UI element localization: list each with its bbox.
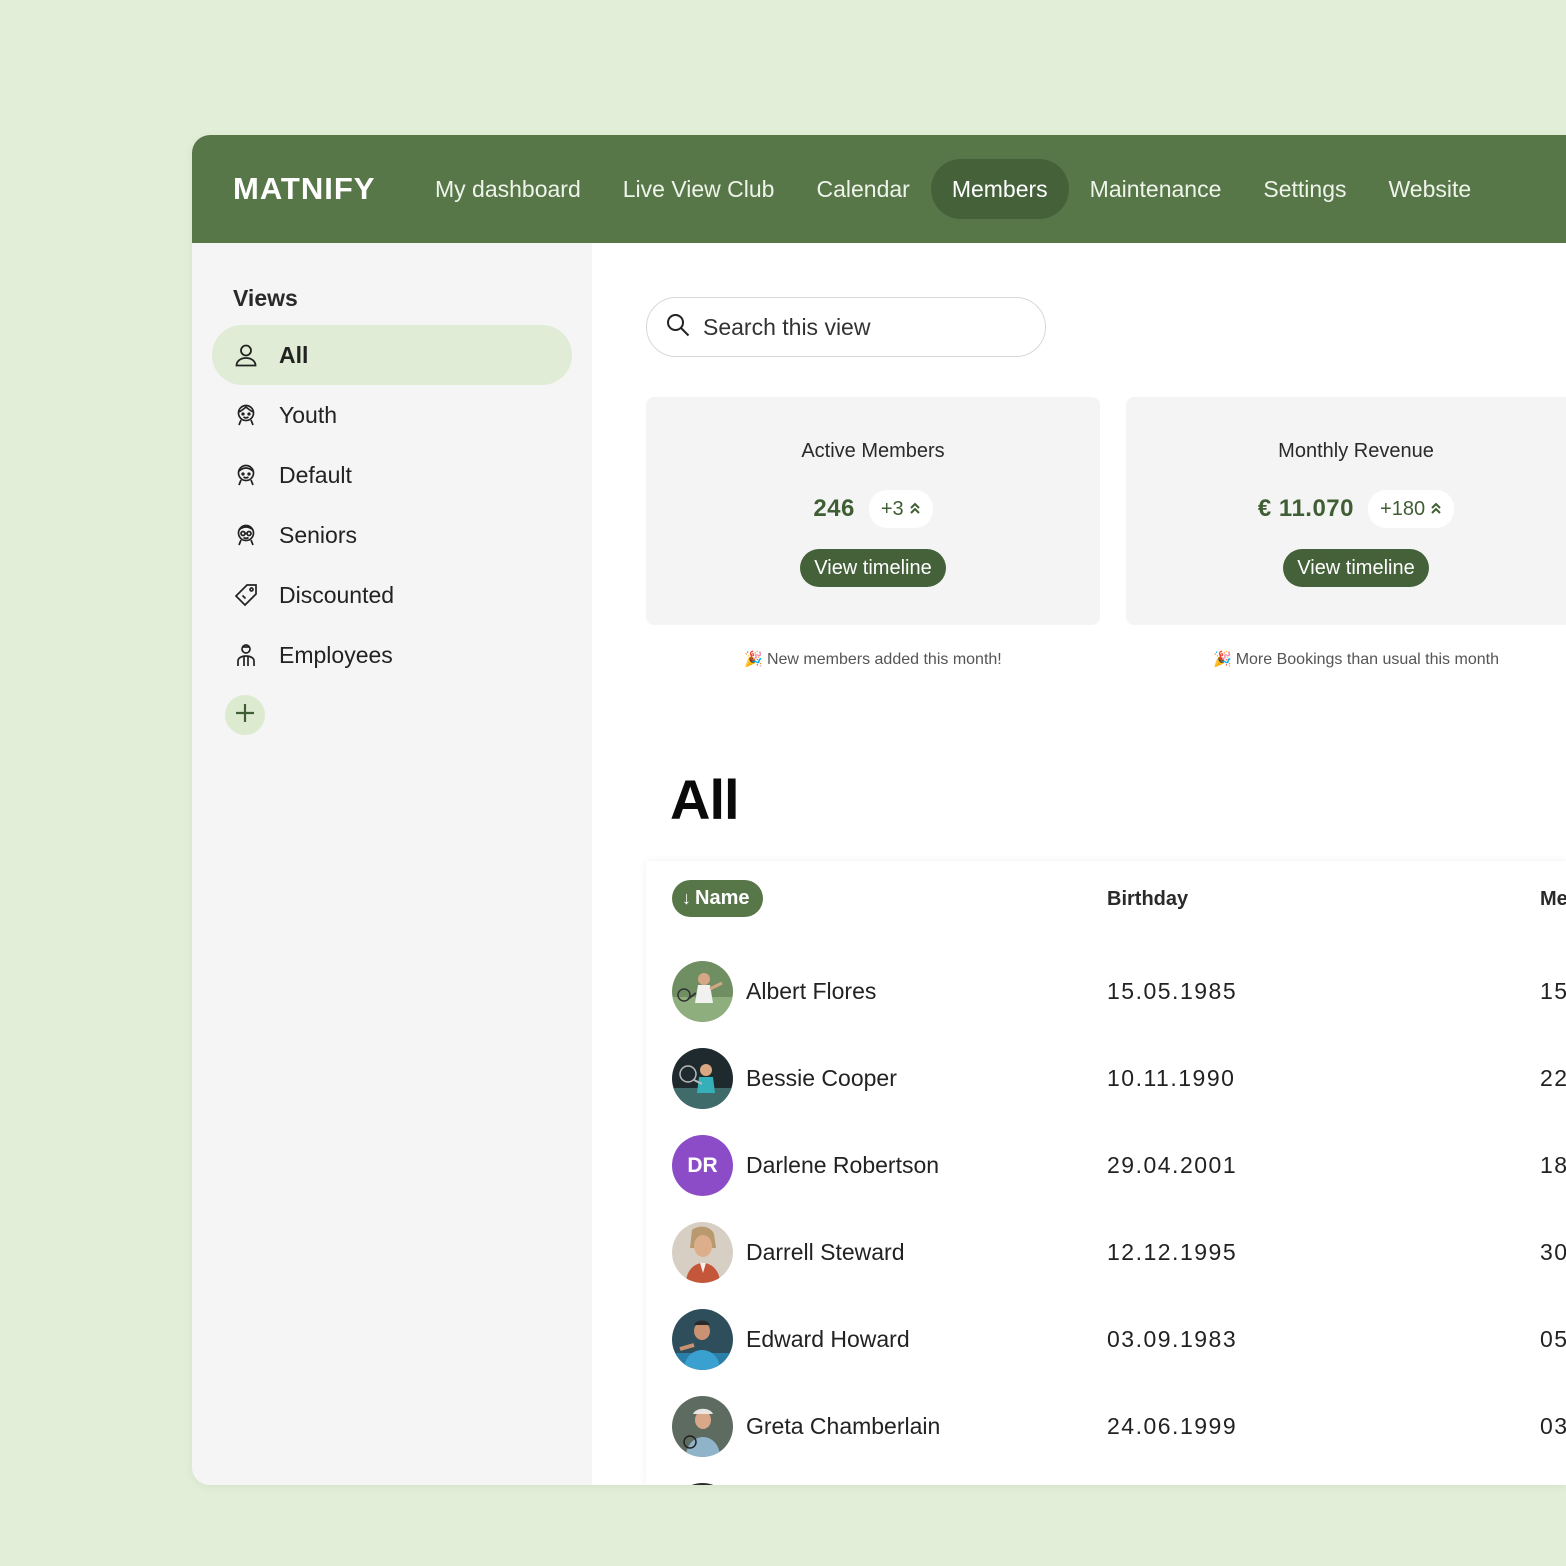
view-timeline-button[interactable]: View timeline (800, 549, 946, 587)
add-view-button[interactable] (225, 695, 265, 735)
sidebar-item-label: Employees (279, 641, 393, 668)
avatar (672, 1483, 733, 1485)
avatar (672, 1396, 733, 1457)
table-row[interactable]: Edward Howard 03.09.1983 05 (672, 1309, 1566, 1371)
card-value: 246 (813, 495, 855, 522)
member-name: Darlene Robertson (746, 1152, 940, 1178)
card-value: € 11.070 (1257, 495, 1355, 522)
member-extra: 22 (1540, 1065, 1566, 1091)
table-row[interactable]: Darrell Steward 12.12.1995 30 (672, 1222, 1566, 1284)
member-extra: 18 (1540, 1152, 1566, 1178)
employee-icon (232, 641, 260, 669)
avatar: DR (672, 1135, 733, 1196)
member-name: Bessie Cooper (746, 1065, 897, 1091)
card-title: Active Members (801, 440, 945, 462)
table-row[interactable]: Bessie Cooper 10.11.1990 22 (672, 1048, 1566, 1110)
avatar (672, 1048, 733, 1109)
avatar (672, 1309, 733, 1370)
views-title: Views (233, 285, 298, 311)
view-timeline-button[interactable]: View timeline (1283, 549, 1429, 587)
views-list: All Youth Default Seniors Discounted Emp… (212, 325, 572, 685)
member-name: Greta Chamberlain (746, 1413, 941, 1439)
note-text: More Bookings than usual this month (1235, 651, 1499, 668)
tag-icon (232, 581, 260, 609)
sidebar-item-label: Seniors (279, 521, 357, 548)
sidebar-item-discounted[interactable]: Discounted (212, 565, 572, 625)
sort-down-icon: ↓ (682, 888, 691, 908)
delta-value: +180 (1380, 497, 1426, 520)
table-row[interactable]: DR Darlene Robertson 29.04.2001 18 (672, 1135, 1566, 1197)
column-header-birthday[interactable]: Birthday (1107, 888, 1188, 911)
sidebar-item-label: Discounted (279, 581, 395, 608)
sidebar-item-youth[interactable]: Youth (212, 385, 572, 445)
nav-item-calendar[interactable]: Calendar (795, 159, 930, 219)
sidebar-item-default[interactable]: Default (212, 445, 572, 505)
member-extra: 15 (1540, 978, 1566, 1004)
double-chevron-up-icon (909, 501, 921, 518)
sidebar-item-seniors[interactable]: Seniors (212, 505, 572, 565)
nav-item-website[interactable]: Website (1367, 159, 1492, 219)
search-icon (665, 312, 691, 343)
avatar (672, 1222, 733, 1283)
nav-item-members[interactable]: Members (930, 159, 1069, 219)
default-face-icon (232, 461, 260, 489)
members-table: ↓ Name Birthday Me Albert Flores 15.05.1… (646, 861, 1566, 1485)
member-birthday: 12.12.1995 (1107, 1239, 1238, 1265)
member-extra: 05 (1540, 1326, 1566, 1352)
sidebar-item-label: Default (279, 461, 352, 488)
delta-badge: +180 (1368, 490, 1455, 528)
delta-badge: +3 (868, 490, 933, 528)
member-name: Edward Howard (746, 1326, 910, 1352)
member-birthday: 29.04.2001 (1107, 1152, 1238, 1178)
sidebar-item-all[interactable]: All (212, 325, 572, 385)
view-heading: All (670, 768, 740, 831)
column-header-name[interactable]: ↓ Name (672, 880, 764, 917)
sidebar-item-label: Youth (279, 401, 337, 428)
nav-item-settings[interactable]: Settings (1242, 159, 1367, 219)
avatar (672, 961, 733, 1022)
member-extra: 03 (1540, 1413, 1566, 1439)
member-birthday: 24.06.1999 (1107, 1413, 1238, 1439)
column-label: Name (695, 887, 750, 909)
note-text: New members added this month! (766, 651, 1002, 668)
party-popper-icon: 🎉 (744, 651, 763, 668)
views-sidebar: Views All Youth Default Seniors Discount… (192, 243, 592, 1485)
plus-icon (234, 702, 256, 729)
main-nav: My dashboard Live View Club Calendar Mem… (414, 159, 1492, 219)
card-note: 🎉 More Bookings than usual this month (1126, 650, 1566, 669)
column-header-membership[interactable]: Me (1540, 888, 1566, 911)
nav-item-live-view-club[interactable]: Live View Club (602, 159, 796, 219)
monthly-revenue-card: Monthly Revenue € 11.070 +180 View timel… (1126, 397, 1566, 625)
youth-face-icon (232, 401, 260, 429)
member-name: Albert Flores (746, 978, 877, 1004)
member-birthday: 03.09.1983 (1107, 1326, 1238, 1352)
member-birthday: 15.05.1985 (1107, 978, 1238, 1004)
table-row[interactable]: Greta Chamberlain 24.06.1999 03 (672, 1396, 1566, 1458)
card-title: Monthly Revenue (1278, 440, 1434, 462)
member-name: Darrell Steward (746, 1239, 905, 1265)
double-chevron-up-icon (1430, 501, 1442, 518)
table-row[interactable]: Albert Flores 15.05.1985 15 (672, 961, 1566, 1023)
person-icon (232, 341, 260, 369)
app-window: MATNIFY My dashboard Live View Club Cale… (192, 135, 1566, 1485)
sidebar-item-label: All (279, 341, 309, 368)
nav-item-my-dashboard[interactable]: My dashboard (414, 159, 602, 219)
senior-face-icon (232, 521, 260, 549)
nav-item-maintenance[interactable]: Maintenance (1069, 159, 1243, 219)
top-navigation-bar: MATNIFY My dashboard Live View Club Cale… (192, 135, 1566, 243)
party-popper-icon: 🎉 (1213, 651, 1232, 668)
table-row[interactable] (672, 1483, 1566, 1485)
active-members-card: Active Members 246 +3 View timeline (646, 397, 1100, 625)
member-extra: 30 (1540, 1239, 1566, 1265)
member-birthday: 10.11.1990 (1107, 1065, 1236, 1091)
card-note: 🎉 New members added this month! (646, 650, 1100, 669)
delta-value: +3 (880, 497, 904, 520)
search-input[interactable] (703, 313, 1023, 341)
search-box[interactable] (646, 297, 1046, 357)
sidebar-item-employees[interactable]: Employees (212, 625, 572, 685)
matnify-logo[interactable]: MATNIFY (233, 171, 375, 207)
